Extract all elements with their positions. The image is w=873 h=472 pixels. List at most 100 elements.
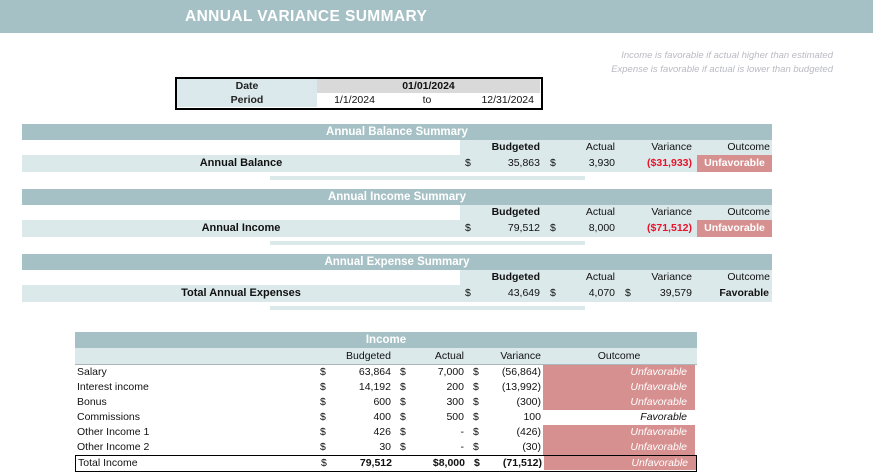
currency-symbol: $ <box>473 411 479 423</box>
outcome-cell: Unfavorable <box>543 425 695 440</box>
summary-data-row: Total Annual Expenses $ 43,649 $ 4,070 $… <box>22 285 772 302</box>
actual-value: - <box>460 426 465 438</box>
row-shadow-strip <box>270 241 585 245</box>
currency-symbol: $ <box>320 396 326 408</box>
row-label: Annual Balance <box>199 157 283 169</box>
summary-column-headers: Budgeted Actual Variance Outcome <box>22 205 772 220</box>
actual-value: 7,000 <box>437 366 464 378</box>
col-actual: Actual <box>585 271 615 283</box>
row-label: Other Income 2 <box>77 441 150 453</box>
total-income-row: Total Income $ 79,512 $8,000 $ (71,512) … <box>75 455 697 472</box>
currency-symbol: $ <box>465 157 471 169</box>
actual-value: 3,930 <box>588 157 615 169</box>
row-label: Interest income <box>77 381 149 393</box>
currency-symbol: $ <box>400 441 406 453</box>
currency-symbol: $ <box>473 441 479 453</box>
period-end-cell[interactable]: 12/31/2024 <box>462 93 540 107</box>
currency-symbol: $ <box>474 457 480 469</box>
variance-value: ($31,933) <box>647 157 692 169</box>
section-title-bar: Annual Income Summary <box>22 189 772 205</box>
actual-value: 8,000 <box>588 222 615 234</box>
currency-symbol: $ <box>465 287 471 299</box>
row-label: Total Income <box>78 457 138 469</box>
currency-symbol: $ <box>321 457 327 469</box>
date-value-cell[interactable]: 01/01/2024 <box>317 79 540 93</box>
currency-symbol: $ <box>400 426 406 438</box>
currency-symbol: $ <box>400 396 406 408</box>
currency-symbol: $ <box>400 381 406 393</box>
variance-value: (300) <box>516 396 541 408</box>
col-outcome: Outcome <box>727 141 770 153</box>
currency-symbol: $ <box>625 287 631 299</box>
variance-value: ($71,512) <box>647 222 692 234</box>
summary-data-row: Annual Income $ 79,512 $ 8,000 ($71,512)… <box>22 220 772 237</box>
table-row-commissions: Commissions $ 400 $ 500 $ 100 Favorable <box>75 410 697 425</box>
income-column-headers: Budgeted Actual Variance Outcome <box>75 348 697 365</box>
currency-symbol: $ <box>473 396 479 408</box>
actual-value: 500 <box>446 411 464 423</box>
col-actual: Actual <box>585 141 615 153</box>
table-row-other-income-2: Other Income 2 $ 30 $ - $ (30) Unfavorab… <box>75 440 697 455</box>
col-variance: Variance <box>651 206 692 218</box>
date-row: Date 01/01/2024 <box>177 79 541 93</box>
col-outcome: Outcome <box>597 350 641 362</box>
col-actual: Actual <box>434 350 464 362</box>
currency-symbol: $ <box>320 366 326 378</box>
summary-data-row: Annual Balance $ 35,863 $ 3,930 ($31,933… <box>22 155 772 172</box>
income-title-bar: Income <box>75 332 697 348</box>
outcome-badge: Favorable <box>719 287 769 299</box>
outcome-cell: Favorable <box>640 411 687 423</box>
actual-value: 200 <box>446 381 464 393</box>
period-label: Period <box>177 93 317 107</box>
row-label: Commissions <box>77 411 141 423</box>
currency-symbol: $ <box>400 366 406 378</box>
date-label: Date <box>177 79 317 93</box>
variance-value: (426) <box>516 426 541 438</box>
date-period-box: Date 01/01/2024 Period 1/1/2024 to 12/31… <box>175 77 543 110</box>
variance-value: (56,864) <box>501 366 541 378</box>
currency-symbol: $ <box>320 381 326 393</box>
col-variance: Variance <box>651 271 692 283</box>
actual-value: 4,070 <box>588 287 615 299</box>
col-variance: Variance <box>500 350 541 362</box>
col-actual: Actual <box>585 206 615 218</box>
currency-symbol: $ <box>473 381 479 393</box>
row-shadow-strip <box>270 176 585 180</box>
currency-symbol: $ <box>320 426 326 438</box>
annual-expense-summary-section: Annual Expense Summary Budgeted Actual V… <box>22 254 772 310</box>
section-title-bar: Annual Balance Summary <box>22 124 772 140</box>
currency-symbol: $ <box>550 287 556 299</box>
col-variance: Variance <box>651 141 692 153</box>
table-row-bonus: Bonus $ 600 $ 300 $ (300) Unfavorable <box>75 395 697 410</box>
period-row: Period 1/1/2024 to 12/31/2024 <box>177 93 541 107</box>
budgeted-value: 426 <box>373 426 391 438</box>
budgeted-value: 35,863 <box>507 157 540 169</box>
note-income-rule: Income is favorable if actual higher tha… <box>621 50 833 61</box>
col-outcome: Outcome <box>727 271 770 283</box>
budgeted-total: 79,512 <box>359 457 392 469</box>
budgeted-value: 63,864 <box>358 366 391 378</box>
currency-symbol: $ <box>400 411 406 423</box>
summary-column-headers: Budgeted Actual Variance Outcome <box>22 270 772 285</box>
variance-value: (13,992) <box>501 381 541 393</box>
row-shadow-strip <box>270 306 585 310</box>
period-separator: to <box>422 94 432 106</box>
outcome-cell: Unfavorable <box>543 395 695 410</box>
annual-income-summary-section: Annual Income Summary Budgeted Actual Va… <box>22 189 772 245</box>
table-row-salary: Salary $ 63,864 $ 7,000 $ (56,864) Unfav… <box>75 365 697 380</box>
variance-total: (71,512) <box>502 457 542 469</box>
period-start-cell[interactable]: 1/1/2024 <box>317 93 392 107</box>
budgeted-value: 79,512 <box>507 222 540 234</box>
row-label: Annual Income <box>201 222 281 234</box>
budgeted-value: 14,192 <box>358 381 391 393</box>
variance-value: (30) <box>522 441 541 453</box>
budgeted-value: 400 <box>373 411 391 423</box>
actual-value: 300 <box>446 396 464 408</box>
variance-value: 39,579 <box>659 287 692 299</box>
helper-notes: Income is favorable if actual higher tha… <box>611 49 833 77</box>
variance-value: 100 <box>523 411 541 423</box>
actual-value: - <box>460 441 465 453</box>
row-label: Bonus <box>77 396 107 408</box>
page-header-band: ANNUAL VARIANCE SUMMARY <box>0 0 873 33</box>
col-outcome: Outcome <box>727 206 770 218</box>
